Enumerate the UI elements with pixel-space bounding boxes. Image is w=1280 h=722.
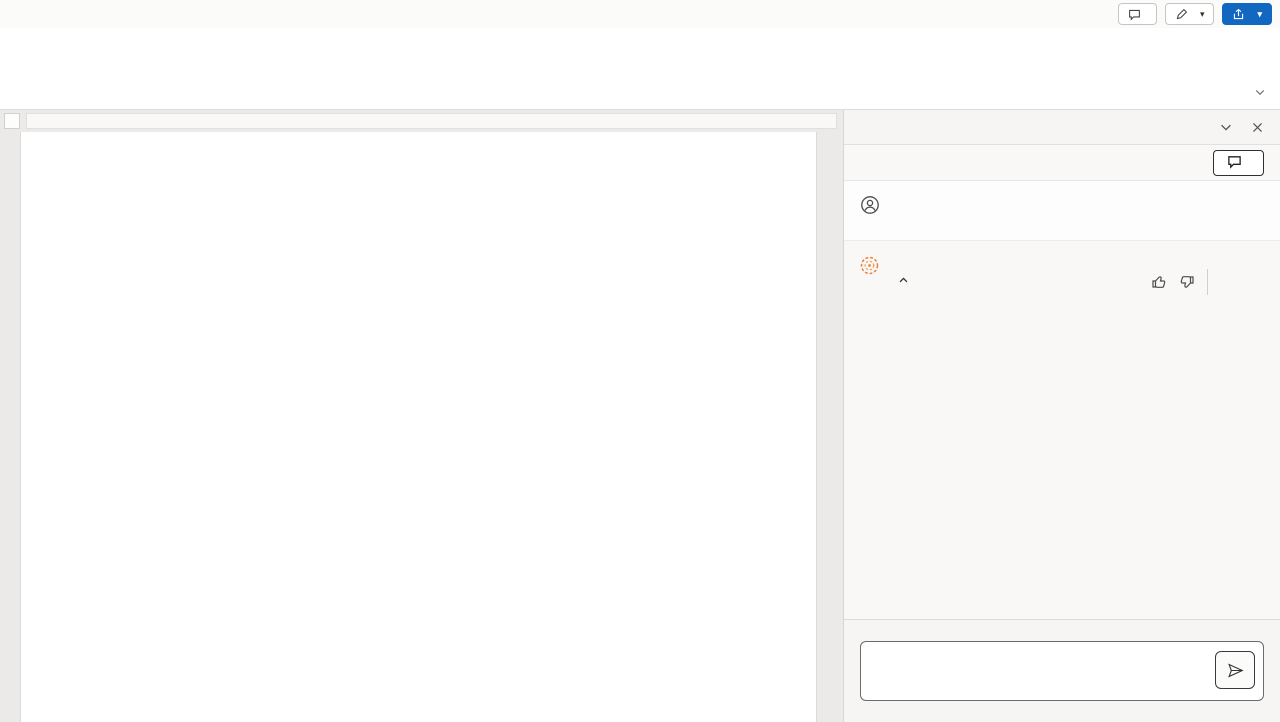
menubar: ▾ ▾ [0, 0, 1280, 28]
horizontal-ruler[interactable] [0, 110, 843, 132]
share-button[interactable]: ▾ [1222, 3, 1272, 25]
ribbon [0, 28, 1280, 110]
pencil-icon [1175, 8, 1188, 21]
chat-panel-header [844, 110, 1280, 145]
user-avatar-icon [860, 195, 880, 220]
chevron-down-icon[interactable] [1219, 120, 1233, 134]
chat-messages[interactable] [844, 181, 1280, 619]
thumbs-up-icon[interactable] [1151, 274, 1167, 290]
ruler-strip [26, 113, 837, 129]
chat-toolbar [844, 145, 1280, 181]
assistant-avatar-icon [860, 256, 879, 303]
contract-express-chat-panel [843, 110, 1280, 722]
tab-selector[interactable] [4, 113, 20, 129]
workspace [0, 110, 1280, 722]
chevron-down-icon: ▾ [1200, 10, 1205, 19]
chevron-up-icon [898, 275, 909, 289]
vertical-ruler[interactable] [0, 132, 20, 722]
word-window: ▾ ▾ [0, 0, 1280, 722]
document-body [0, 132, 843, 722]
send-message-button[interactable] [1215, 651, 1255, 689]
divider [1207, 269, 1208, 295]
new-chat-button[interactable] [1213, 150, 1264, 176]
menubar-right: ▾ ▾ [1118, 3, 1272, 25]
sources-header [891, 269, 1264, 295]
share-icon [1232, 8, 1245, 21]
hide-sources-toggle[interactable] [891, 275, 1151, 289]
collapse-ribbon-button[interactable] [1254, 85, 1266, 103]
chat-input-section [844, 619, 1280, 722]
chevron-down-icon: ▾ [1257, 10, 1262, 19]
editing-mode-button[interactable]: ▾ [1165, 3, 1215, 25]
assistant-message [844, 241, 1280, 619]
close-icon[interactable] [1251, 121, 1264, 134]
comment-icon [1128, 8, 1141, 21]
message-input[interactable] [860, 641, 1264, 701]
comments-button[interactable] [1118, 3, 1157, 25]
document-page[interactable] [20, 132, 817, 722]
document-area [0, 110, 843, 722]
feedback-icons [1151, 274, 1195, 290]
thumbs-down-icon[interactable] [1179, 274, 1195, 290]
user-message [844, 181, 1280, 241]
chat-bubble-icon [1227, 154, 1242, 172]
